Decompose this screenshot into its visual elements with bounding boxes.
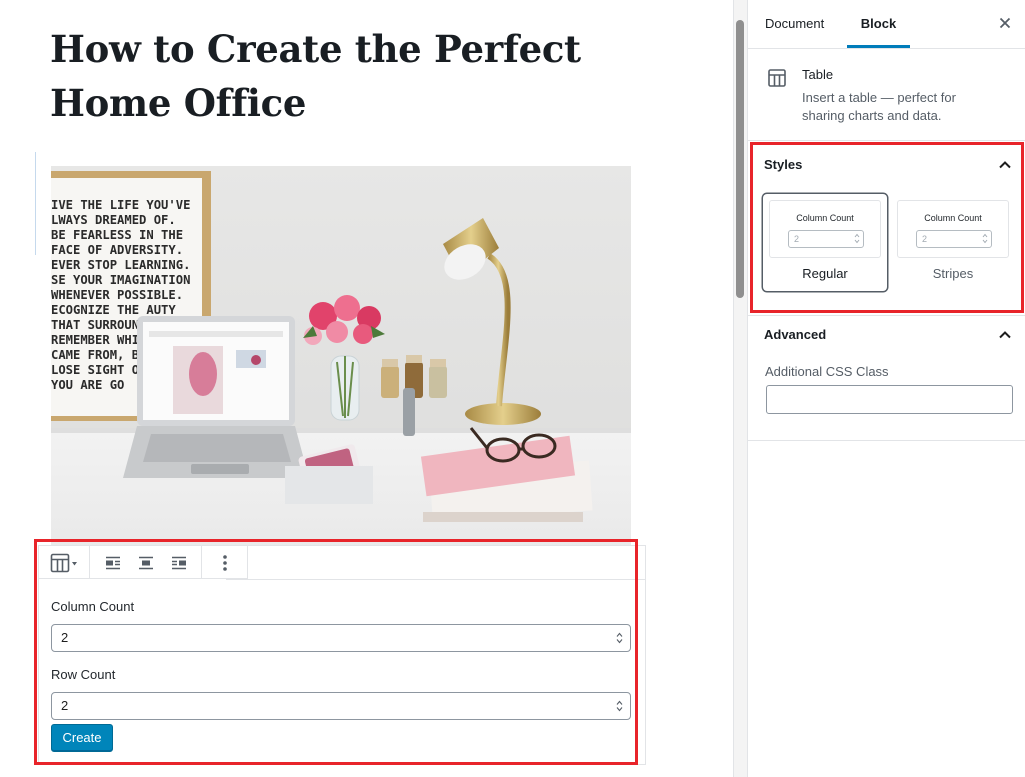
svg-text:CAME FROM, BU: CAME FROM, BU xyxy=(51,348,146,362)
align-right-icon xyxy=(171,556,186,569)
align-left-button[interactable] xyxy=(96,546,129,579)
svg-text:LOSE SIGHT OF: LOSE SIGHT OF xyxy=(51,363,146,377)
toolbar-divider xyxy=(226,579,645,580)
post-title[interactable]: How to Create the Perfect Home Office xyxy=(50,22,650,130)
stepper-arrows-icon xyxy=(854,233,860,244)
create-table-button[interactable]: Create xyxy=(51,724,113,752)
table-block[interactable]: Column Count 2 Row Count 2 Create xyxy=(38,545,646,765)
editor-canvas: How to Create the Perfect Home Office IV… xyxy=(0,0,733,777)
advanced-panel-heading[interactable]: Advanced xyxy=(764,327,826,342)
editor-scrollbar-thumb[interactable] xyxy=(736,20,744,298)
style-name-stripes: Stripes xyxy=(932,266,974,281)
stepper-arrows-icon[interactable] xyxy=(616,700,623,712)
svg-text:WHENEVER POSSIBLE.: WHENEVER POSSIBLE. xyxy=(51,288,183,302)
stepper-arrows-icon xyxy=(982,233,988,244)
row-count-input[interactable]: 2 xyxy=(51,692,631,720)
svg-text:FACE OF ADVERSITY.: FACE OF ADVERSITY. xyxy=(51,243,183,257)
styles-panel-heading[interactable]: Styles xyxy=(764,157,802,172)
chevron-down-icon xyxy=(72,561,77,565)
table-placeholder-form: Column Count 2 Row Count 2 Create xyxy=(51,598,633,752)
svg-text:YOU ARE GO: YOU ARE GO xyxy=(51,378,124,392)
chevron-up-icon[interactable] xyxy=(998,328,1012,342)
close-icon[interactable] xyxy=(997,15,1013,31)
column-count-label: Column Count xyxy=(51,599,135,614)
css-class-label: Additional CSS Class xyxy=(765,364,889,379)
svg-text:BE FEARLESS IN THE: BE FEARLESS IN THE xyxy=(51,228,183,242)
style-preview: Column Count 2 xyxy=(769,200,881,258)
preview-input: 2 xyxy=(916,230,992,248)
home-office-photo: IVE THE LIFE YOU'VE LWAYS DREAMED OF. BE… xyxy=(51,166,631,551)
svg-text:SE YOUR IMAGINATION: SE YOUR IMAGINATION xyxy=(51,273,190,287)
block-card-title: Table xyxy=(802,67,834,82)
svg-text:IVE THE LIFE YOU'VE: IVE THE LIFE YOU'VE xyxy=(51,198,190,212)
block-card-description: Insert a table — perfect for sharing cha… xyxy=(802,90,956,123)
row-count-value: 2 xyxy=(61,698,69,713)
settings-sidebar: Document Block Table Insert a table — pe… xyxy=(747,0,1025,777)
tab-document[interactable]: Document xyxy=(765,0,824,48)
row-count-label: Row Count xyxy=(51,667,116,682)
align-right-button[interactable] xyxy=(162,546,195,579)
preview-input: 2 xyxy=(788,230,864,248)
block-toolbar xyxy=(39,546,248,579)
sidebar-divider xyxy=(748,315,1025,316)
preview-label: Column Count xyxy=(796,213,854,223)
more-options-icon xyxy=(222,554,227,571)
align-left-icon xyxy=(105,556,120,569)
tab-block[interactable]: Block xyxy=(847,0,910,48)
more-options-group xyxy=(202,546,247,579)
chevron-up-icon[interactable] xyxy=(998,158,1012,172)
more-options-button[interactable] xyxy=(208,546,241,579)
css-class-input[interactable] xyxy=(766,385,1013,414)
align-center-button[interactable] xyxy=(129,546,162,579)
svg-text:ECOGNIZE THE AUTY: ECOGNIZE THE AUTY xyxy=(51,303,176,317)
table-block-icon xyxy=(768,69,786,87)
column-count-input[interactable]: 2 xyxy=(51,624,631,652)
svg-text:LWAYS DREAMED OF.: LWAYS DREAMED OF. xyxy=(51,213,176,227)
svg-text:THAT SURROUN: THAT SURROUN xyxy=(51,318,139,332)
alignment-group xyxy=(90,546,202,579)
block-switcher-group xyxy=(39,546,90,579)
svg-text:REMEMBER WHI: REMEMBER WHI xyxy=(51,333,139,347)
style-option-regular[interactable]: Column Count 2 Regular xyxy=(763,194,887,291)
stepper-arrows-icon[interactable] xyxy=(616,632,623,644)
block-indicator xyxy=(35,152,36,255)
style-name-regular: Regular xyxy=(802,266,848,281)
svg-text:EVER STOP LEARNING.: EVER STOP LEARNING. xyxy=(51,258,190,272)
style-option-stripes[interactable]: Column Count 2 Stripes xyxy=(891,194,1015,291)
sidebar-divider xyxy=(748,440,1025,441)
preview-label: Column Count xyxy=(924,213,982,223)
block-switcher-button[interactable] xyxy=(45,546,83,579)
sidebar-divider xyxy=(748,140,1025,141)
align-center-icon xyxy=(138,556,153,569)
sidebar-tabs: Document Block xyxy=(748,0,1025,49)
style-preview: Column Count 2 xyxy=(897,200,1009,258)
column-count-value: 2 xyxy=(61,630,69,645)
table-icon xyxy=(50,553,77,572)
image-block[interactable]: IVE THE LIFE YOU'VE LWAYS DREAMED OF. BE… xyxy=(51,166,631,551)
